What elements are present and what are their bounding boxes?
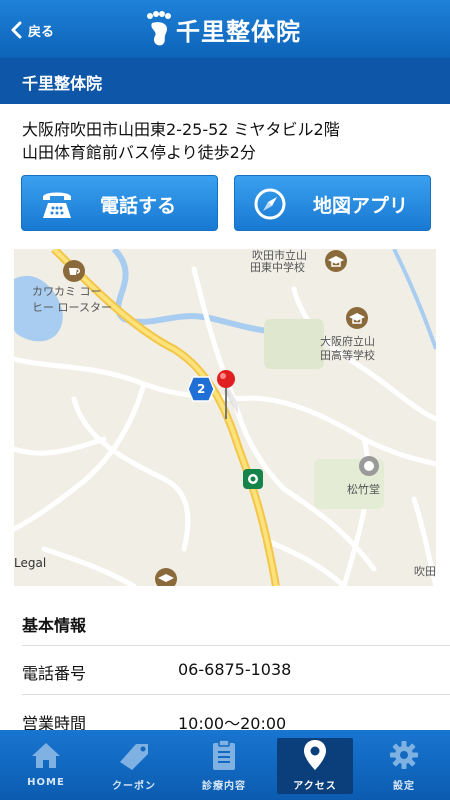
- divider: [22, 694, 450, 695]
- coffee-shop-icon[interactable]: [243, 469, 263, 489]
- map-label: 吹田: [414, 565, 436, 578]
- shop-icon[interactable]: [358, 455, 380, 477]
- address-line: 大阪府吹田市山田東2-25-52 ミヤタビル2階: [22, 120, 340, 139]
- cafe-icon[interactable]: [62, 259, 86, 283]
- bottom-tab-bar: HOME クーポン 診療内容 アクセス 設定: [0, 730, 450, 800]
- map-label: カワカミ コー: [32, 285, 102, 298]
- brand-logo: 千里整体院: [146, 8, 301, 50]
- tab-label: アクセス: [293, 781, 337, 792]
- call-button[interactable]: 電話する: [21, 175, 218, 231]
- tab-settings[interactable]: 設定: [366, 738, 442, 794]
- location-pin-icon[interactable]: [214, 369, 238, 421]
- call-button-label: 電話する: [100, 195, 177, 217]
- back-label: 戻る: [28, 24, 55, 40]
- route-number: 2: [197, 382, 206, 396]
- top-header: 戻る 千里整体院: [0, 0, 450, 58]
- coupon-tag-icon: [120, 744, 148, 770]
- home-icon: [32, 743, 60, 768]
- tab-label: 診療内容: [202, 781, 246, 792]
- map-label: 田高等学校: [320, 349, 375, 362]
- school-icon[interactable]: [345, 306, 369, 330]
- map-label: 田東中学校: [250, 261, 305, 274]
- map-label: ヒー ロースター: [32, 301, 112, 314]
- map-pin-icon: [304, 740, 326, 770]
- section-title: 千里整体院: [0, 58, 450, 104]
- info-heading: 基本情報: [22, 616, 87, 635]
- address-block: 大阪府吹田市山田東2-25-52 ミヤタビル2階 山田体育館前バス停より徒歩2分: [22, 118, 442, 164]
- divider: [22, 645, 450, 646]
- phone-value[interactable]: 06-6875-1038: [178, 660, 291, 679]
- map-label: 松竹堂: [347, 483, 380, 496]
- tab-access[interactable]: アクセス: [277, 738, 353, 794]
- map-legal-link[interactable]: Legal: [14, 556, 46, 570]
- footprint-logo-icon: [147, 11, 171, 46]
- tab-treatment[interactable]: 診療内容: [186, 738, 262, 794]
- tab-coupon[interactable]: クーポン: [96, 738, 172, 794]
- map-app-button-label: 地図アプリ: [313, 195, 409, 217]
- tab-label: 設定: [393, 781, 415, 792]
- compass-icon: [254, 188, 286, 220]
- phone-label: 電話番号: [22, 664, 87, 683]
- school-icon[interactable]: [324, 249, 348, 273]
- chevron-left-icon: [11, 21, 22, 39]
- brand-name: 千里整体院: [176, 17, 301, 46]
- tab-label: クーポン: [112, 781, 156, 792]
- map-label: 大阪府立山: [320, 335, 375, 348]
- map-view[interactable]: 2 吹田市立山 田東中学校 カワカミ コー ヒー ロースター 大阪府立山 田高等…: [14, 249, 436, 586]
- access-directions: 山田体育館前バス停より徒歩2分: [22, 143, 256, 162]
- school-icon[interactable]: [154, 567, 178, 586]
- clipboard-icon: [213, 739, 235, 770]
- tab-label: HOME: [27, 777, 65, 788]
- map-app-button[interactable]: 地図アプリ: [234, 175, 431, 231]
- gear-icon: [390, 741, 418, 769]
- back-button[interactable]: 戻る: [10, 18, 54, 42]
- telephone-icon: [43, 192, 71, 218]
- tab-home[interactable]: HOME: [8, 738, 84, 794]
